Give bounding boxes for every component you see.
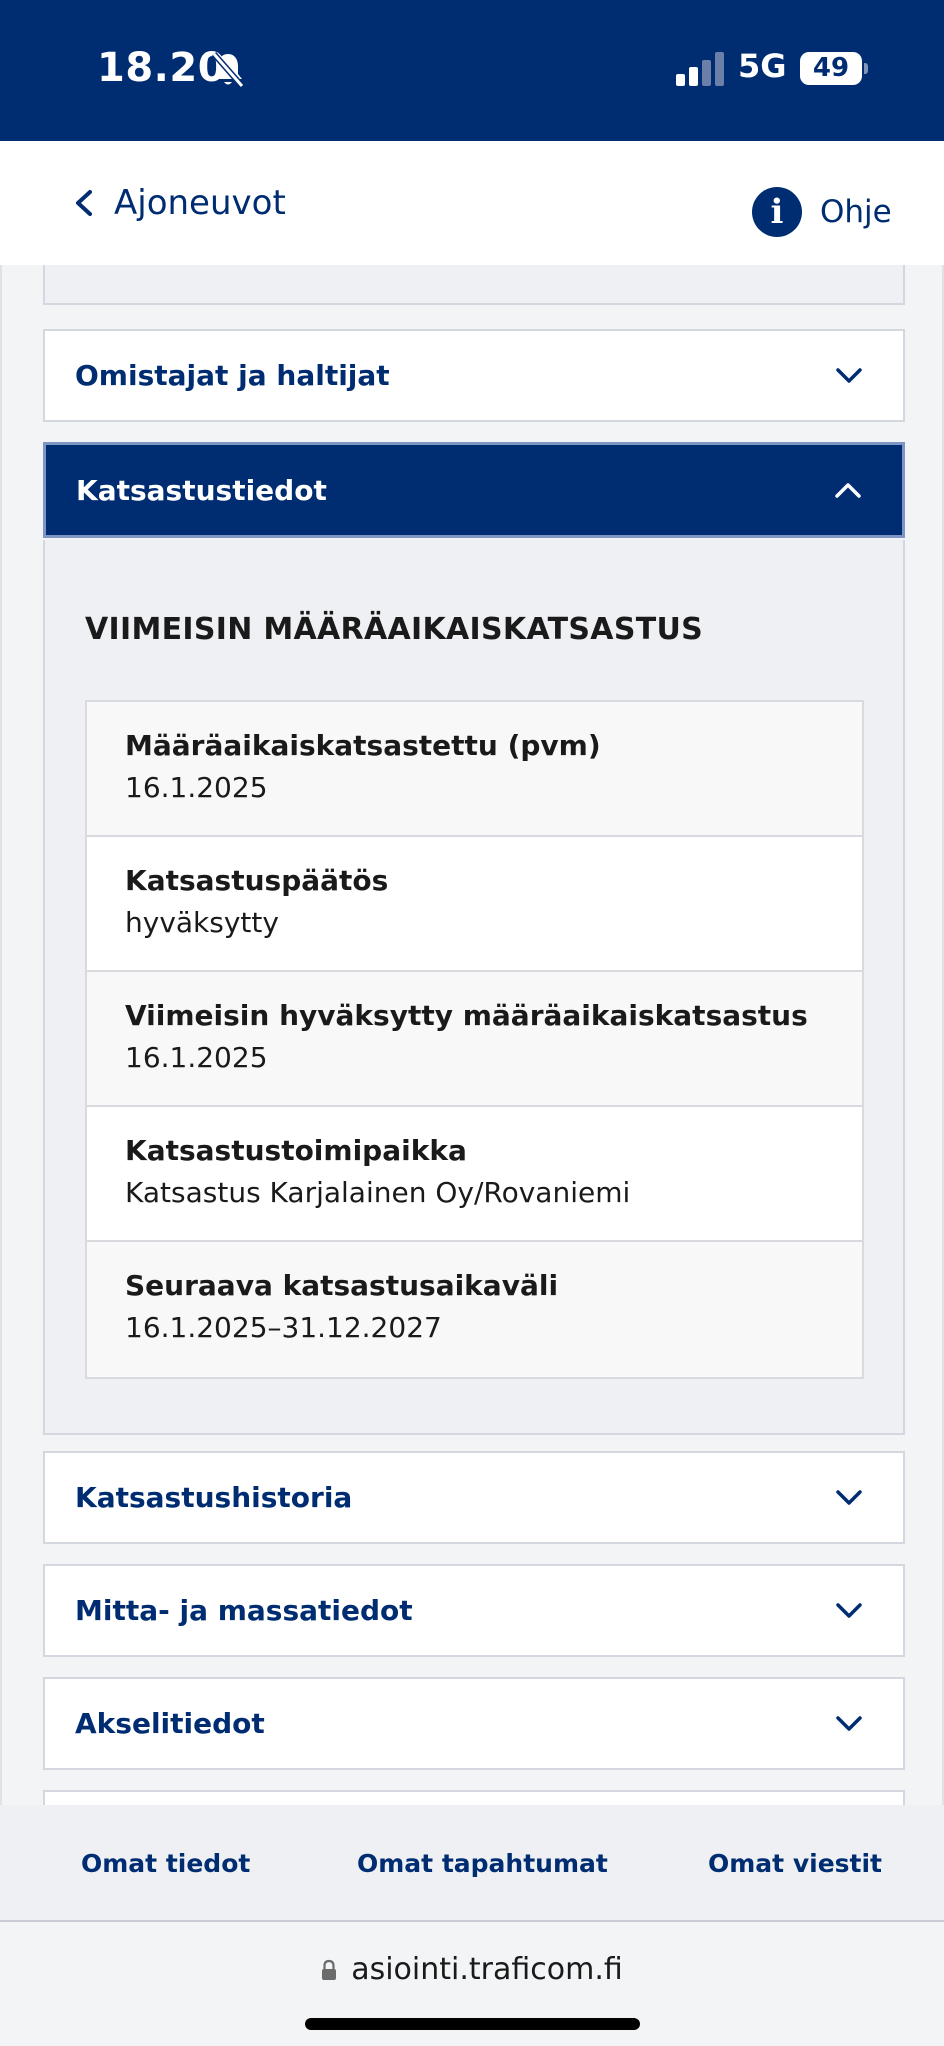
bottom-navigation: Omat tiedot Omat tapahtumat Omat viestit [0, 1805, 944, 1922]
row-label: Määräaikaiskatsastettu (pvm) [125, 729, 601, 762]
help-button[interactable]: i Ohje [752, 187, 892, 237]
cell-signal-icon [676, 52, 724, 86]
chevron-down-icon [836, 1602, 862, 1618]
accordion-inspection-history-title: Katsastushistoria [75, 1481, 353, 1514]
status-time: 18.20 [97, 45, 227, 91]
accordion-inspection-history[interactable]: Katsastushistoria [43, 1451, 905, 1544]
nav-my-events[interactable]: Omat tapahtumat [357, 1805, 608, 1922]
row-value: 16.1.2025 [125, 1041, 268, 1074]
section-title: VIIMEISIN MÄÄRÄAIKAISKATSASTUS [85, 612, 704, 647]
network-type: 5G [738, 47, 787, 85]
battery-icon: 49 [800, 52, 862, 85]
row-value: Katsastus Karjalainen Oy/Rovaniemi [125, 1176, 631, 1209]
chevron-left-icon [76, 190, 92, 216]
table-row: Katsastustoimipaikka Katsastus Karjalain… [87, 1107, 862, 1242]
accordion-dimensions-title: Mitta- ja massatiedot [75, 1594, 413, 1627]
row-label: Seuraava katsastusaikaväli [125, 1269, 559, 1302]
row-value: 16.1.2025–31.12.2027 [125, 1311, 442, 1344]
url-text: asiointi.traficom.fi [351, 1952, 623, 1987]
inspection-panel: VIIMEISIN MÄÄRÄAIKAISKATSASTUS Määräaika… [43, 540, 905, 1435]
vehicle-details-content: Omistajat ja haltijat Katsastustiedot VI… [0, 265, 944, 1805]
accordion-owners[interactable]: Omistajat ja haltijat [43, 329, 905, 422]
nav-my-info[interactable]: Omat tiedot [81, 1805, 250, 1922]
info-icon: i [752, 187, 802, 237]
table-row: Määräaikaiskatsastettu (pvm) 16.1.2025 [87, 702, 862, 837]
row-label: Katsastustoimipaikka [125, 1134, 467, 1167]
home-indicator[interactable] [305, 2018, 640, 2030]
browser-url-bar: asiointi.traficom.fi [0, 1922, 944, 2046]
accordion-owners-title: Omistajat ja haltijat [75, 359, 390, 392]
accordion-next-partial[interactable] [43, 1790, 905, 1805]
back-button[interactable]: Ajoneuvot [72, 183, 286, 223]
status-bar: 18.20 5G 49 [0, 0, 944, 141]
accordion-dimensions[interactable]: Mitta- ja massatiedot [43, 1564, 905, 1657]
bell-muted-icon [211, 52, 245, 88]
table-row: Viimeisin hyväksytty määräaikaiskatsastu… [87, 972, 862, 1107]
chevron-down-icon [836, 1489, 862, 1505]
accordion-previous-partial[interactable] [43, 265, 905, 305]
row-value: hyväksytty [125, 906, 279, 939]
accordion-inspection[interactable]: Katsastustiedot [43, 442, 905, 538]
nav-my-messages[interactable]: Omat viestit [708, 1805, 882, 1922]
row-label: Katsastuspäätös [125, 864, 389, 897]
accordion-axles[interactable]: Akselitiedot [43, 1677, 905, 1770]
help-label: Ohje [820, 194, 892, 230]
table-row: Seuraava katsastusaikaväli 16.1.2025–31.… [87, 1242, 862, 1377]
row-label: Viimeisin hyväksytty määräaikaiskatsastu… [125, 999, 808, 1032]
chevron-up-icon [835, 483, 861, 498]
app-header: Ajoneuvot i Ohje [0, 141, 944, 265]
accordion-axles-title: Akselitiedot [75, 1707, 265, 1740]
accordion-inspection-title: Katsastustiedot [76, 473, 327, 507]
lock-icon [322, 1959, 337, 1980]
chevron-down-icon [836, 1715, 862, 1731]
row-value: 16.1.2025 [125, 771, 268, 804]
table-row: Katsastuspäätös hyväksytty [87, 837, 862, 972]
back-label: Ajoneuvot [114, 183, 286, 223]
inspection-table: Määräaikaiskatsastettu (pvm) 16.1.2025 K… [85, 700, 864, 1379]
chevron-down-icon [836, 367, 862, 383]
battery-tip [864, 63, 868, 74]
address-bar[interactable]: asiointi.traficom.fi [0, 1952, 944, 1987]
